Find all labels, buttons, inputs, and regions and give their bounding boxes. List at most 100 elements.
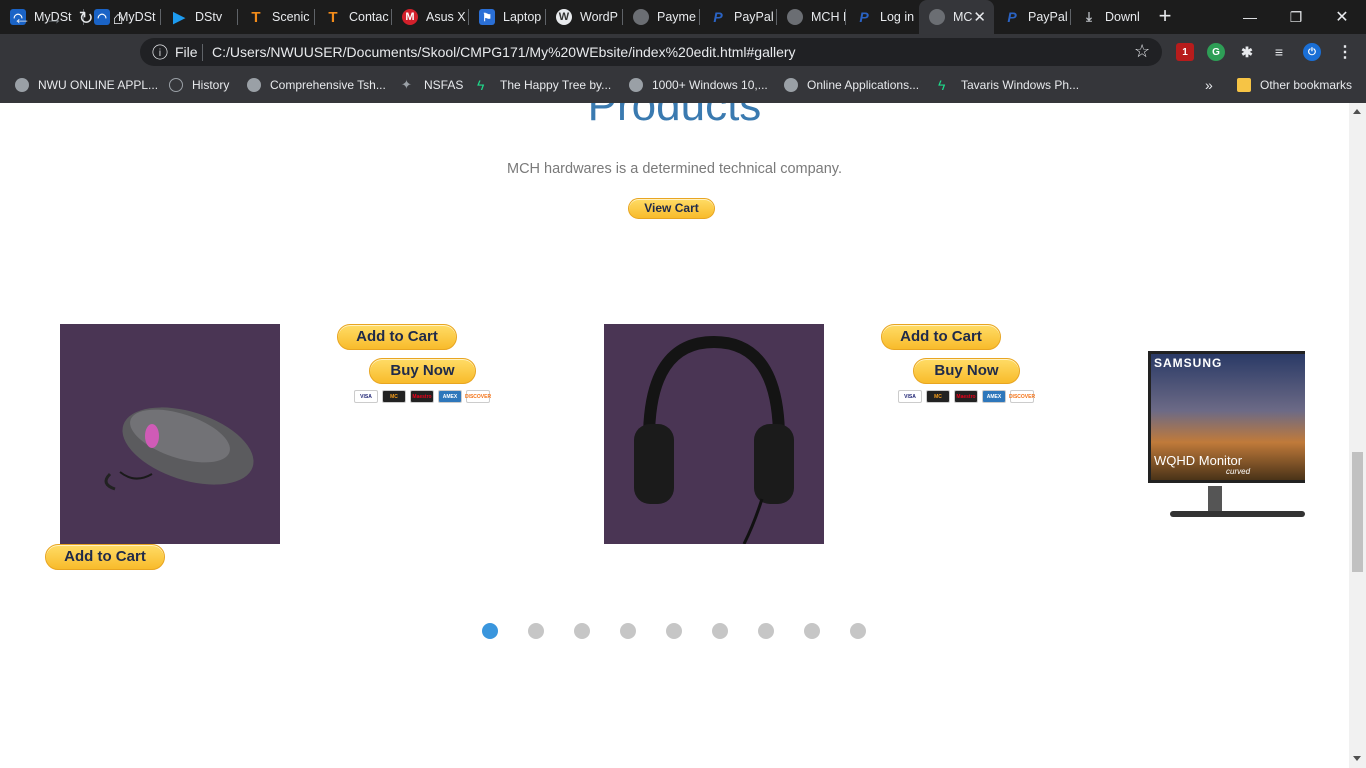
carousel-dot-1[interactable]: [482, 623, 498, 639]
omnibox-divider: [202, 44, 203, 61]
bookmark-tavaris[interactable]: ϟ Tavaris Windows Ph...: [938, 77, 1079, 93]
forward-icon[interactable]: →: [42, 6, 66, 30]
close-tab-icon[interactable]: ✕: [973, 8, 986, 26]
extension-badge: 1: [1182, 46, 1188, 58]
bookmark-label: Comprehensive Tsh...: [270, 78, 386, 92]
product-image-headphones[interactable]: [604, 324, 824, 545]
carousel-dot-6[interactable]: [712, 623, 728, 639]
tab-asus[interactable]: M Asus X: [392, 0, 469, 34]
scroll-up-icon[interactable]: [1353, 109, 1361, 114]
minimize-icon[interactable]: —: [1227, 0, 1273, 34]
add-to-cart-button[interactable]: Add to Cart: [881, 324, 1001, 350]
bookmark-label: NWU ONLINE APPL...: [38, 78, 159, 92]
dstv-play-icon: ▶: [173, 9, 185, 26]
carousel-dot-9[interactable]: [850, 623, 866, 639]
tab-download[interactable]: ⤓ Downl: [1071, 0, 1147, 34]
tagline: MCH hardwares is a determined technical …: [507, 161, 842, 177]
carousel-dot-3[interactable]: [574, 623, 590, 639]
page-scrollbar[interactable]: [1349, 103, 1366, 768]
close-window-icon[interactable]: ✕: [1319, 0, 1365, 34]
tab-label: MC: [953, 10, 973, 24]
carousel-dot-8[interactable]: [804, 623, 820, 639]
tab-laptop[interactable]: ⚑ Laptop: [469, 0, 546, 34]
add-to-cart-button[interactable]: Add to Cart: [45, 544, 165, 570]
folder-icon: [1237, 78, 1251, 92]
tab-paypal-2[interactable]: P PayPal: [994, 0, 1071, 34]
menu-icon[interactable]: ⋮: [1336, 43, 1354, 61]
globe-icon: [929, 9, 945, 25]
mastercard-icon: MC: [926, 390, 950, 403]
bookmark-online-applications[interactable]: Online Applications...: [784, 77, 919, 93]
bookmark-label: The Happy Tree by...: [500, 78, 612, 92]
home-icon[interactable]: ⌂: [106, 6, 130, 30]
buy-now-button[interactable]: Buy Now: [369, 358, 476, 384]
bookmark-nwu[interactable]: NWU ONLINE APPL...: [15, 77, 158, 93]
tab-login[interactable]: P Log in: [846, 0, 919, 34]
globe-icon: [629, 78, 643, 92]
tab-contact[interactable]: T Contac: [315, 0, 392, 34]
bookmark-comprehensive[interactable]: Comprehensive Tsh...: [247, 77, 386, 93]
grammarly-extension-icon[interactable]: G: [1207, 43, 1225, 61]
buy-now-button[interactable]: Buy Now: [913, 358, 1020, 384]
amex-icon: AMEX: [982, 390, 1006, 403]
tab-strip: ◠ MyDSt ◠ MyDSt ▶ DStv T Scenic T Contac…: [0, 0, 1366, 34]
visa-icon: VISA: [898, 390, 922, 403]
url-text[interactable]: C:/Users/NWUUSER/Documents/Skool/CMPG171…: [212, 44, 796, 60]
tab-label: Contac: [349, 10, 389, 24]
scheme-label: File: [175, 44, 198, 60]
headphones-image: [634, 335, 794, 545]
tab-label: PayPal: [1028, 10, 1068, 24]
bookmark-star-icon[interactable]: ☆: [1134, 41, 1150, 62]
leaf-icon: ϟ: [477, 77, 485, 93]
paypal-icon: P: [713, 9, 723, 25]
flag-icon: ⚑: [479, 9, 495, 25]
monitor-base: [1170, 511, 1305, 517]
carousel-dot-5[interactable]: [666, 623, 682, 639]
tab-label: MCH H: [811, 10, 846, 24]
carousel-dot-2[interactable]: [528, 623, 544, 639]
bookmark-nsfas[interactable]: ✦ NSFAS: [401, 77, 463, 93]
discover-icon: DISCOVER: [1009, 390, 1035, 403]
bookmark-happy-tree[interactable]: ϟ The Happy Tree by...: [477, 77, 611, 93]
carousel-dot-7[interactable]: [758, 623, 774, 639]
bookmark-history[interactable]: History: [169, 77, 229, 93]
scrollbar-thumb[interactable]: [1352, 452, 1363, 572]
new-tab-button[interactable]: +: [1153, 5, 1177, 29]
tab-wordpress[interactable]: W WordP: [546, 0, 623, 34]
add-to-cart-button[interactable]: Add to Cart: [337, 324, 457, 350]
tab-paypal-1[interactable]: P PayPal: [700, 0, 777, 34]
view-cart-button[interactable]: View Cart: [628, 198, 715, 219]
info-icon[interactable]: i: [152, 44, 168, 60]
paypal-icon: P: [1007, 9, 1017, 25]
tab-dstv[interactable]: ▶ DStv: [161, 0, 238, 34]
other-bookmarks[interactable]: Other bookmarks: [1237, 77, 1352, 93]
tab-label: Scenic: [272, 10, 310, 24]
bookmark-windows10[interactable]: 1000+ Windows 10,...: [629, 77, 768, 93]
tab-label: Laptop: [503, 10, 542, 24]
carousel-dots: [482, 623, 866, 639]
tab-scenic[interactable]: T Scenic: [238, 0, 315, 34]
bookmark-label: History: [192, 78, 230, 92]
bookmark-label: Online Applications...: [807, 78, 920, 92]
extensions-puzzle-icon[interactable]: ✱: [1238, 43, 1256, 61]
monitor-neck: [1208, 486, 1222, 514]
carousel-dot-4[interactable]: [620, 623, 636, 639]
mastercard-icon: MC: [382, 390, 406, 403]
product-image-monitor[interactable]: SAMSUNG WQHD Monitor curved: [1148, 351, 1305, 531]
bookmarks-overflow-button[interactable]: »: [1205, 77, 1213, 93]
tab-payment[interactable]: Payme: [623, 0, 700, 34]
tab-label: Log in: [880, 10, 915, 24]
reload-icon[interactable]: ↻: [74, 6, 98, 30]
ublock-extension-icon[interactable]: 1: [1176, 43, 1194, 61]
tab-label: PayPal: [734, 10, 774, 24]
tab-label: WordP: [580, 10, 618, 24]
restore-icon[interactable]: ❐: [1273, 0, 1319, 34]
power-icon[interactable]: ⏻: [1303, 43, 1321, 61]
media-control-icon[interactable]: ≡: [1270, 43, 1288, 61]
back-icon[interactable]: ←: [10, 6, 34, 30]
product-image-mouse[interactable]: [60, 324, 280, 544]
page-title: Products: [587, 103, 762, 130]
scroll-down-icon[interactable]: [1353, 756, 1361, 761]
tab-mch-active[interactable]: MC ✕: [919, 0, 994, 34]
tab-mch[interactable]: MCH H: [777, 0, 846, 34]
